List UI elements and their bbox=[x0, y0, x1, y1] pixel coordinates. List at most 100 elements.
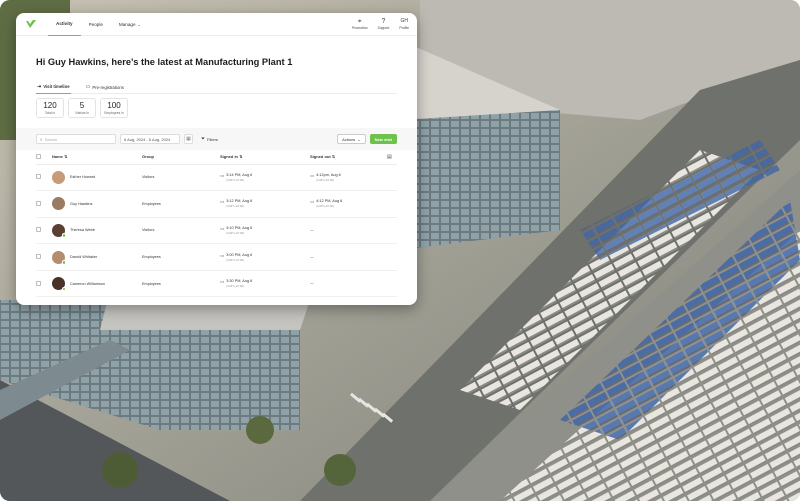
person-name[interactable]: Guy Hawkins bbox=[70, 202, 92, 206]
stat-visitors-in: 5 Visitors in bbox=[68, 98, 96, 118]
table-row[interactable]: Theresa Webb Visitors ▭ 3:10 PM, Aug 6 (GMT+… bbox=[36, 217, 397, 245]
profile-avatar: GH bbox=[400, 18, 408, 24]
status-dot bbox=[61, 233, 66, 238]
signed-out-cell: ▭ 4:12 PM, Aug 6 (GMT+10:00) bbox=[310, 190, 387, 218]
row-extra-cell bbox=[387, 270, 397, 298]
date-range-picker[interactable]: 6 Aug, 2024 - 6 Aug, 2024 bbox=[120, 134, 180, 144]
signed-out-time: — bbox=[310, 281, 314, 286]
person-name[interactable]: Theresa Webb bbox=[70, 228, 95, 232]
help-icon: ? bbox=[381, 18, 386, 25]
signed-in-timezone: (GMT+10:00) bbox=[226, 284, 245, 289]
sign-in-icon: ▭ bbox=[220, 225, 225, 231]
signed-out-timezone: (GMT+10:00) bbox=[316, 177, 335, 182]
group-cell: Employees bbox=[142, 190, 220, 218]
tab-visit-timeline[interactable]: ⇥ Visit timeline bbox=[36, 80, 71, 94]
person-name[interactable]: Cameron Williamson bbox=[70, 282, 105, 286]
group-value: Employees bbox=[142, 201, 161, 206]
stat-value: 120 bbox=[43, 100, 57, 110]
name-cell: Guy Hawkins bbox=[52, 190, 142, 218]
row-checkbox[interactable] bbox=[36, 174, 41, 180]
col-settings[interactable]: ▤ bbox=[387, 150, 397, 165]
nav-tab-people[interactable]: People bbox=[81, 13, 111, 36]
signed-out-cell: — bbox=[310, 270, 387, 298]
col-signed-out[interactable]: Signed out ⇅ bbox=[310, 150, 387, 165]
table-header-row: Name ⇅ Group Signed in ⇅ Signed out ⇅ ▤ bbox=[36, 150, 397, 165]
signed-in-time: 3:30 PM, Aug 6 bbox=[226, 279, 253, 284]
signed-in-timezone: (GMT+10:00) bbox=[226, 257, 245, 262]
signed-out-timezone: (GMT+10:00) bbox=[316, 204, 335, 209]
column-settings-icon: ▤ bbox=[387, 153, 392, 160]
table-row[interactable]: Esther Howard Visitors ▭ 3:14 PM, Aug 6 (GMT… bbox=[36, 164, 397, 192]
sort-icon: ⇅ bbox=[331, 154, 336, 160]
stat-label: Visitors in bbox=[75, 110, 89, 115]
select-all-checkbox[interactable] bbox=[36, 153, 41, 159]
row-extra-cell bbox=[387, 190, 397, 218]
actions-label: Actions bbox=[342, 136, 356, 142]
person-name[interactable]: Esther Howard bbox=[70, 175, 95, 179]
calendar-icon: ▦ bbox=[186, 136, 191, 142]
col-signed-in[interactable]: Signed in ⇅ bbox=[220, 150, 310, 165]
signed-in-time: 3:00 PM, Aug 6 bbox=[226, 252, 253, 257]
stat-value: 100 bbox=[107, 100, 121, 110]
status-dot bbox=[61, 286, 66, 292]
avatar bbox=[52, 250, 66, 265]
stats-row: 120 Total in 5 Visitors in 100 Employees… bbox=[36, 98, 397, 118]
app-window: Activity People Manage ⌄ ⌖ Promotion ? Su… bbox=[16, 13, 417, 305]
search-box: ⌕ bbox=[36, 134, 116, 144]
tab-label: Pre-registrations bbox=[92, 84, 124, 90]
col-group[interactable]: Group bbox=[142, 150, 220, 165]
row-select-cell bbox=[36, 243, 52, 271]
table-row[interactable]: Darold Whitaker Employees ▭ 3:00 PM, Aug 6(… bbox=[36, 243, 397, 271]
row-checkbox[interactable] bbox=[36, 200, 41, 206]
calendar-button[interactable]: ▦ bbox=[184, 134, 193, 144]
group-value: Employees bbox=[142, 255, 161, 260]
support-button[interactable]: ? Support bbox=[377, 18, 389, 30]
profile-button[interactable]: GH Profile bbox=[399, 18, 409, 30]
name-cell: Cameron Williamson bbox=[52, 270, 142, 298]
row-checkbox[interactable] bbox=[36, 254, 41, 260]
sort-icon: ⇅ bbox=[239, 154, 243, 160]
sign-in-icon: ▭ bbox=[220, 279, 225, 285]
nav-right-actions: ⌖ Promotion ? Support GH Profile bbox=[352, 18, 409, 30]
brand-logo-icon[interactable] bbox=[24, 17, 38, 31]
promotion-button[interactable]: ⌖ Promotion bbox=[352, 18, 367, 30]
nav-tab-manage[interactable]: Manage ⌄ bbox=[111, 13, 149, 36]
nav-tab-label: People bbox=[88, 21, 103, 27]
signed-in-cell: ▭ 3:00 PM, Aug 6 (GMT+10:00) bbox=[220, 243, 310, 271]
nav-tab-label: Manage bbox=[118, 21, 136, 27]
filters-button[interactable]: ⏷ Filters bbox=[201, 136, 218, 142]
table-row[interactable]: Guy Hawkins Employees ▭ 3:12 PM, Aug 6 (GMT+… bbox=[36, 190, 397, 218]
row-select-cell bbox=[36, 217, 52, 245]
tab-pre-registrations[interactable]: ▭ Pre-registrations bbox=[85, 80, 125, 94]
stat-value: 5 bbox=[79, 100, 85, 110]
actions-dropdown[interactable]: Actions ⌄ bbox=[337, 134, 366, 144]
group-cell: Employees bbox=[142, 270, 220, 298]
col-name-label: Name bbox=[52, 154, 63, 160]
person-name[interactable]: Darold Whitaker bbox=[70, 255, 97, 259]
new-visit-button[interactable]: New visit bbox=[369, 134, 397, 144]
avatar bbox=[52, 223, 66, 238]
chevron-down-icon: ⌄ bbox=[137, 21, 141, 27]
avatar bbox=[52, 277, 66, 292]
avatar bbox=[52, 197, 65, 211]
pin-icon: ⌖ bbox=[357, 18, 362, 25]
col-name[interactable]: Name ⇅ bbox=[52, 150, 142, 165]
signed-in-time: 3:10 PM, Aug 6 bbox=[226, 225, 253, 230]
signed-out-time: 4:12 PM, Aug 6 bbox=[316, 199, 343, 204]
row-checkbox[interactable] bbox=[36, 227, 41, 233]
main-content: Hi Guy Hawkins, here's the latest at Man… bbox=[16, 57, 417, 298]
nav-tab-label: Activity bbox=[56, 21, 73, 26]
sign-in-icon: ▭ bbox=[220, 172, 225, 178]
search-input[interactable] bbox=[44, 136, 112, 142]
signed-in-timezone: (GMT+10:00) bbox=[226, 177, 245, 182]
table-row[interactable]: Cameron Williamson Employees ▭ 3:30 PM, Aug… bbox=[36, 270, 397, 298]
calendar-icon: ▭ bbox=[85, 84, 91, 90]
profile-label: Profile bbox=[399, 26, 409, 30]
tab-label: Visit timeline bbox=[43, 84, 70, 89]
nav-tab-activity[interactable]: Activity bbox=[48, 13, 81, 36]
row-checkbox[interactable] bbox=[36, 280, 41, 286]
row-extra-cell bbox=[387, 164, 397, 192]
stat-label: Employees in bbox=[104, 110, 124, 115]
main-nav: Activity People Manage ⌄ bbox=[48, 13, 149, 36]
col-group-label: Group bbox=[142, 154, 154, 160]
